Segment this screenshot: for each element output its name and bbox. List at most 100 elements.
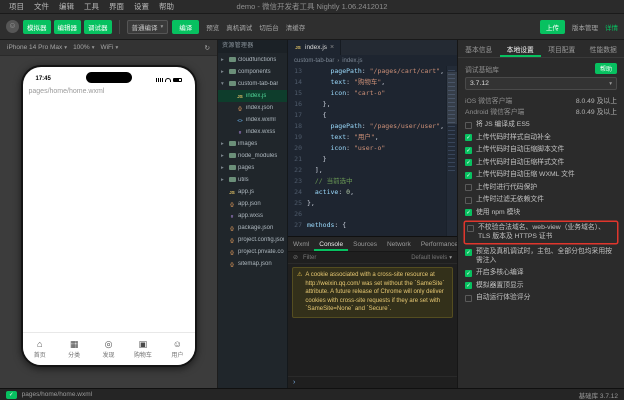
toolbar-action-button[interactable]: 真机调试 xyxy=(226,22,252,32)
compile-button[interactable]: 编译 xyxy=(172,19,200,34)
tree-item[interactable]: index.js xyxy=(218,90,287,102)
details-tab[interactable]: 本地设置 xyxy=(500,40,542,57)
details-tab[interactable]: 项目配置 xyxy=(541,40,583,57)
menu-item[interactable]: 帮助 xyxy=(154,0,179,13)
clear-console-icon[interactable]: ⊘ xyxy=(293,254,298,261)
setting-option[interactable]: ✓ 上传代码时自动压缩脚本文件 xyxy=(465,144,617,157)
log-levels-dropdown[interactable]: Default levels ▾ xyxy=(411,255,452,261)
tree-item[interactable]: app.json xyxy=(218,198,287,210)
phone-tab[interactable]: ⌂ 首页 xyxy=(23,333,57,365)
phone-tab[interactable]: ▦ 分类 xyxy=(57,333,91,365)
tree-item[interactable]: index.json xyxy=(218,102,287,114)
checkbox[interactable]: ✓ xyxy=(465,282,472,289)
toolbar-right-button[interactable]: 详情 xyxy=(605,22,618,32)
rotate-device-icon[interactable]: ↻ xyxy=(205,44,210,52)
panel-toggle-button[interactable]: 模拟器 xyxy=(23,19,51,34)
toolbar-action-button[interactable]: 切后台 xyxy=(259,22,279,32)
checkbox[interactable]: ✓ xyxy=(465,196,472,204)
menu-item[interactable]: 设置 xyxy=(129,0,154,13)
network-dropdown[interactable]: WiFi ▾ xyxy=(100,44,118,51)
close-icon[interactable]: × xyxy=(330,44,334,51)
checkbox[interactable]: ✓ xyxy=(465,171,472,179)
tree-item[interactable]: ▸ utils xyxy=(218,174,287,186)
tree-item[interactable]: index.wxss xyxy=(218,126,287,138)
debugger-tab[interactable]: Sources xyxy=(348,237,382,251)
menu-item[interactable]: 编辑 xyxy=(54,0,79,13)
checkbox[interactable]: ✓ xyxy=(465,269,472,277)
checkbox[interactable]: ✓ xyxy=(465,159,472,166)
checkbox[interactable]: ✓ xyxy=(465,184,472,191)
zoom-dropdown[interactable]: 100% ▾ xyxy=(73,44,94,51)
statusbar-path[interactable]: pages/home/home.wxml xyxy=(22,391,92,398)
setting-option[interactable]: ✓ 将 JS 编译成 ES5 xyxy=(465,119,617,132)
tree-item[interactable]: ▾ custom-tab-bar xyxy=(218,78,287,90)
phone-tab[interactable]: ◎ 发现 xyxy=(91,333,125,365)
tree-item[interactable]: ▸ pages xyxy=(218,162,287,174)
setting-option[interactable]: ✓ 模拟器置顶显示 xyxy=(465,280,617,293)
console-input[interactable]: › xyxy=(288,376,457,388)
user-avatar-icon[interactable]: ☺ xyxy=(6,20,19,33)
checkbox[interactable]: ✓ xyxy=(465,248,472,256)
miniprogram-page[interactable]: pages/home/home.wxml xyxy=(23,84,195,332)
panel-toggle-button[interactable]: 调试器 xyxy=(84,19,112,34)
menu-item[interactable]: 项目 xyxy=(4,0,29,13)
phone-tab[interactable]: ▣ 购物车 xyxy=(126,333,160,365)
details-tab[interactable]: 性能数据 xyxy=(583,40,624,57)
checkbox[interactable]: ✓ xyxy=(465,294,472,302)
device-dropdown[interactable]: iPhone 14 Pro Max ▾ xyxy=(7,44,67,51)
setting-option[interactable]: ✓ 上传代码时自动压缩样式文件 xyxy=(465,157,617,170)
code-area[interactable]: 13 pagePath: "/pages/cart/cart", 14 text:… xyxy=(288,66,457,236)
menu-item[interactable]: 工具 xyxy=(79,0,104,13)
details-tab[interactable]: 基本信息 xyxy=(458,40,500,57)
setting-option[interactable]: ✓ 上传代码时样式自动补全 xyxy=(465,132,617,145)
checkbox[interactable]: ✓ xyxy=(467,224,474,232)
tree-item-label: project.config.json xyxy=(238,237,284,243)
tree-item[interactable]: ▸ components xyxy=(218,66,287,78)
setting-option[interactable]: ✓ 上传时过滤无依赖文件 xyxy=(465,194,617,207)
setting-option[interactable]: ✓ 上传代码时自动压缩 WXML 文件 xyxy=(465,169,617,182)
toolbar-right-button[interactable]: 上传 xyxy=(540,19,565,34)
menu-item[interactable]: 界面 xyxy=(104,0,129,13)
debugger-tab[interactable]: Wxml xyxy=(288,237,314,251)
toolbar-right-button[interactable]: 版本管理 xyxy=(572,22,598,32)
setting-option[interactable]: ✓ 使用 npm 模块 xyxy=(465,207,617,220)
panel-toggle-button[interactable]: 编辑器 xyxy=(53,19,81,34)
console-filter-label[interactable]: Filter xyxy=(303,255,316,261)
setting-option[interactable]: ✓ 不校验合法域名、web-view（业务域名）、TLS 版本及 HTTPS 证… xyxy=(465,222,617,243)
setting-option[interactable]: ✓ 预览及真机调试时，主包、全部分包均采用按需注入 xyxy=(465,246,617,267)
phone-tab[interactable]: ☺ 用户 xyxy=(160,333,194,365)
debugger-tab[interactable]: Console xyxy=(314,237,348,251)
toolbar-action-button[interactable]: 预览 xyxy=(206,22,219,32)
tree-item[interactable]: index.wxml xyxy=(218,114,287,126)
tree-item[interactable]: ▸ node_modules xyxy=(218,150,287,162)
editor-tab[interactable]: index.js × xyxy=(288,40,342,55)
debugger-tab[interactable]: Network xyxy=(382,237,416,251)
titlebar: demo - 微信开发者工具 Nightly 1.06.2412012 项目 文件… xyxy=(0,0,624,14)
checkbox[interactable]: ✓ xyxy=(465,146,472,154)
checkbox[interactable]: ✓ xyxy=(465,121,472,129)
breadcrumb-folder[interactable]: custom-tab-bar xyxy=(294,58,334,64)
breadcrumb-file[interactable]: index.js xyxy=(342,58,362,64)
compile-mode-dropdown[interactable]: 普通编译 ▾ xyxy=(126,19,169,34)
checkbox[interactable]: ✓ xyxy=(465,134,472,141)
debugger-tab[interactable]: Performance xyxy=(416,237,457,251)
setting-option[interactable]: ✓ 自动运行体验评分 xyxy=(465,292,617,305)
tree-item[interactable]: app.js xyxy=(218,186,287,198)
checkbox[interactable]: ✓ xyxy=(465,209,472,216)
tree-item[interactable]: app.wxss xyxy=(218,210,287,222)
console-warning[interactable]: ⚠ A cookie associated with a cross-site … xyxy=(292,267,453,318)
toolbar-action-button[interactable]: 清缓存 xyxy=(286,22,306,32)
tree-item[interactable]: ▸ cloudfunctions xyxy=(218,54,287,66)
base-library-dropdown[interactable]: 3.7.12 ▾ xyxy=(465,77,617,90)
tree-item[interactable]: sitemap.json xyxy=(218,258,287,270)
menu-item[interactable]: 文件 xyxy=(29,0,54,13)
minimap[interactable] xyxy=(446,66,457,236)
tree-item[interactable]: package.json xyxy=(218,222,287,234)
setting-option[interactable]: ✓ 上传时进行代码保护 xyxy=(465,182,617,195)
tree-item[interactable]: project.private.config.json xyxy=(218,246,287,258)
minimap-viewport[interactable] xyxy=(447,72,457,124)
setting-option[interactable]: ✓ 开启多核心编译 xyxy=(465,267,617,280)
tree-item[interactable]: project.config.json xyxy=(218,234,287,246)
tree-item[interactable]: ▸ images xyxy=(218,138,287,150)
help-button[interactable]: 帮助 xyxy=(594,63,617,74)
